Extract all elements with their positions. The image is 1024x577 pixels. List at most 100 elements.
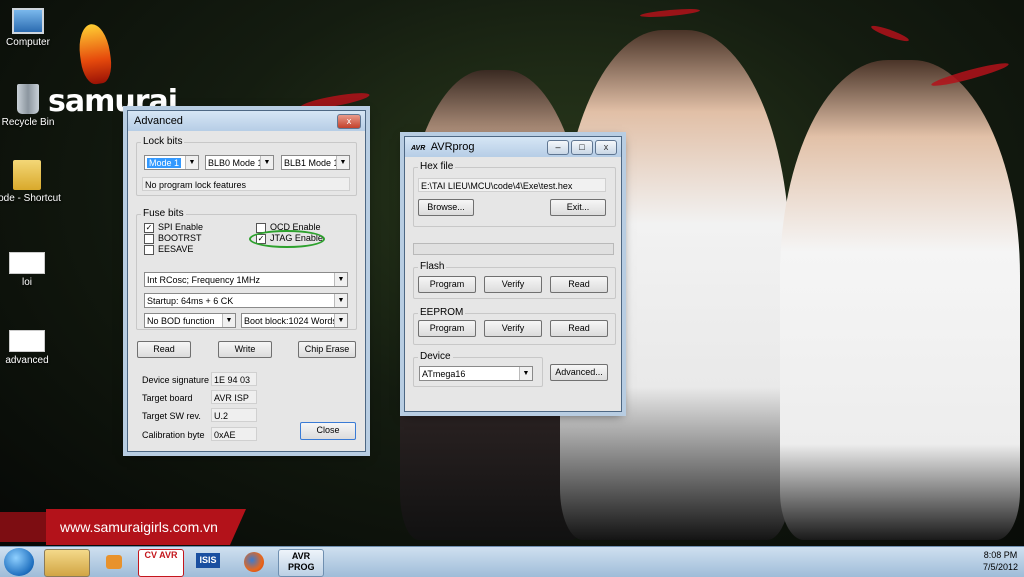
close-icon: x [346, 116, 352, 126]
avrprog-window: AVR AVRprog – □ x Hex file E:\TAI LIEU\M… [404, 136, 622, 412]
fuse-bits-label: Fuse bits [141, 208, 186, 219]
device-value: ATmega16 [422, 369, 466, 379]
close-window-button[interactable]: Close [300, 422, 356, 440]
chevron-down-icon: ▼ [334, 314, 347, 327]
firefox-icon [244, 552, 264, 572]
exit-button[interactable]: Exit... [550, 199, 606, 216]
folder-shortcut-icon [13, 160, 41, 190]
progress-bar [413, 243, 614, 255]
blb0-value: BLB0 Mode 1 [208, 158, 263, 168]
blb0-select[interactable]: BLB0 Mode 1 ▼ [205, 155, 274, 170]
advanced-button[interactable]: Advanced... [550, 364, 608, 381]
hex-file-path[interactable]: E:\TAI LIEU\MCU\code\4\Exe\test.hex [418, 178, 606, 192]
chevron-down-icon: ▼ [519, 367, 532, 380]
chevron-down-icon: ▼ [260, 156, 273, 169]
blb1-select[interactable]: BLB1 Mode 1 ▼ [281, 155, 350, 170]
clock-time[interactable]: 8:08 PM [983, 549, 1018, 561]
boot-block-value: Boot block:1024 Words [244, 316, 337, 326]
taskbar-app-isis[interactable]: ISIS [186, 549, 230, 575]
isis-icon: ISIS [196, 553, 220, 568]
blb1-value: BLB1 Mode 1 [284, 158, 339, 168]
desktop-icon-recycle-bin[interactable]: Recycle Bin [0, 84, 63, 128]
advanced-titlebar[interactable]: Advanced x [128, 111, 365, 131]
startup-value: Startup: 64ms + 6 CK [147, 296, 234, 306]
jtag-highlight-annotation [249, 230, 325, 248]
taskbar: CV AVR ISIS AVR PROG 8:08 PM 7/5/2012 [0, 546, 1024, 577]
eeprom-read-button[interactable]: Read [550, 320, 608, 337]
eeprom-verify-button[interactable]: Verify [484, 320, 542, 337]
chevron-down-icon: ▼ [222, 314, 235, 327]
boot-block-select[interactable]: Boot block:1024 Words ▼ [241, 313, 348, 328]
eeprom-program-button[interactable]: Program [418, 320, 476, 337]
taskbar-app-cvavr[interactable]: CV AVR [138, 549, 184, 577]
read-button[interactable]: Read [137, 341, 191, 358]
calibration-label: Calibration byte [142, 430, 205, 440]
paint-splat [639, 7, 701, 19]
taskbar-app-media-player[interactable] [92, 549, 136, 575]
avr-logo-icon: AVR [411, 145, 426, 152]
desktop-icon-label: loi [21, 277, 32, 288]
bod-select[interactable]: No BOD function ▼ [144, 313, 236, 328]
avrprog-icon: AVR PROG [288, 551, 315, 572]
bootrst-label: BOOTRST [158, 233, 202, 243]
target-sw-value: U.2 [211, 408, 257, 422]
browse-button[interactable]: Browse... [418, 199, 474, 216]
taskbar-app-explorer[interactable] [44, 549, 90, 577]
desktop-icon-loi[interactable]: loi [0, 252, 62, 288]
startup-select[interactable]: Startup: 64ms + 6 CK ▼ [144, 293, 348, 308]
close-button[interactable]: x [337, 114, 361, 129]
flash-label: Flash [418, 261, 447, 272]
target-sw-label: Target SW rev. [142, 411, 201, 421]
hex-file-group [413, 167, 616, 227]
taskbar-app-avrprog[interactable]: AVR PROG [278, 549, 324, 577]
chevron-down-icon: ▼ [185, 156, 198, 169]
close-button[interactable]: x [595, 140, 617, 155]
lock-mode-select[interactable]: Mode 1 ▼ [144, 155, 199, 170]
calibration-value: 0xAE [211, 427, 257, 441]
desktop-icon-advanced[interactable]: advanced [0, 330, 62, 366]
start-button[interactable] [4, 548, 34, 576]
device-signature-label: Device signature [142, 375, 210, 385]
desktop-icon-label: advanced [5, 355, 49, 366]
chevron-down-icon: ▼ [336, 156, 349, 169]
wallpaper-figure-right [780, 60, 1020, 540]
write-button[interactable]: Write [218, 341, 272, 358]
close-icon: x [603, 142, 609, 152]
paint-splat [870, 23, 910, 44]
spi-enable-checkbox[interactable]: ✓ SPI Enable [144, 222, 203, 233]
flash-verify-button[interactable]: Verify [484, 276, 542, 293]
cvavr-icon: CV AVR [144, 550, 178, 560]
chevron-down-icon: ▼ [334, 273, 347, 286]
flash-read-button[interactable]: Read [550, 276, 608, 293]
check-icon: ✓ [144, 222, 154, 233]
bootrst-checkbox[interactable]: BOOTRST [144, 233, 202, 244]
clock-select[interactable]: Int RCosc; Frequency 1MHz ▼ [144, 272, 348, 287]
bod-value: No BOD function [147, 316, 215, 326]
eeprom-label: EEPROM [418, 307, 466, 318]
minimize-icon: – [555, 142, 561, 152]
chip-erase-button[interactable]: Chip Erase [298, 341, 356, 358]
desktop-icon-label: Recycle Bin [1, 117, 55, 128]
taskbar-app-firefox[interactable] [232, 549, 276, 575]
minimize-button[interactable]: – [547, 140, 569, 155]
image-file-icon [9, 330, 45, 352]
avrprog-titlebar[interactable]: AVR AVRprog – □ x [405, 137, 621, 157]
clock-date[interactable]: 7/5/2012 [983, 561, 1018, 573]
lock-status-field: No program lock features [142, 177, 350, 191]
desktop-icon-label: Computer [6, 37, 50, 48]
device-select[interactable]: ATmega16 ▼ [419, 366, 533, 381]
samurai-flame-logo [75, 22, 115, 86]
chevron-down-icon: ▼ [334, 294, 347, 307]
device-label: Device [418, 351, 453, 362]
flash-program-button[interactable]: Program [418, 276, 476, 293]
spi-enable-label: SPI Enable [158, 222, 204, 232]
media-player-icon [106, 555, 122, 569]
eesave-checkbox[interactable]: EESAVE [144, 244, 193, 255]
paint-splat [299, 89, 371, 113]
maximize-button[interactable]: □ [571, 140, 593, 155]
desktop-icon-label: code - Shortcut [0, 193, 61, 204]
target-board-label: Target board [142, 393, 193, 403]
desktop-icon-computer[interactable]: Computer [0, 8, 63, 48]
desktop-icon-code-shortcut[interactable]: code - Shortcut [0, 160, 62, 204]
image-file-icon [9, 252, 45, 274]
